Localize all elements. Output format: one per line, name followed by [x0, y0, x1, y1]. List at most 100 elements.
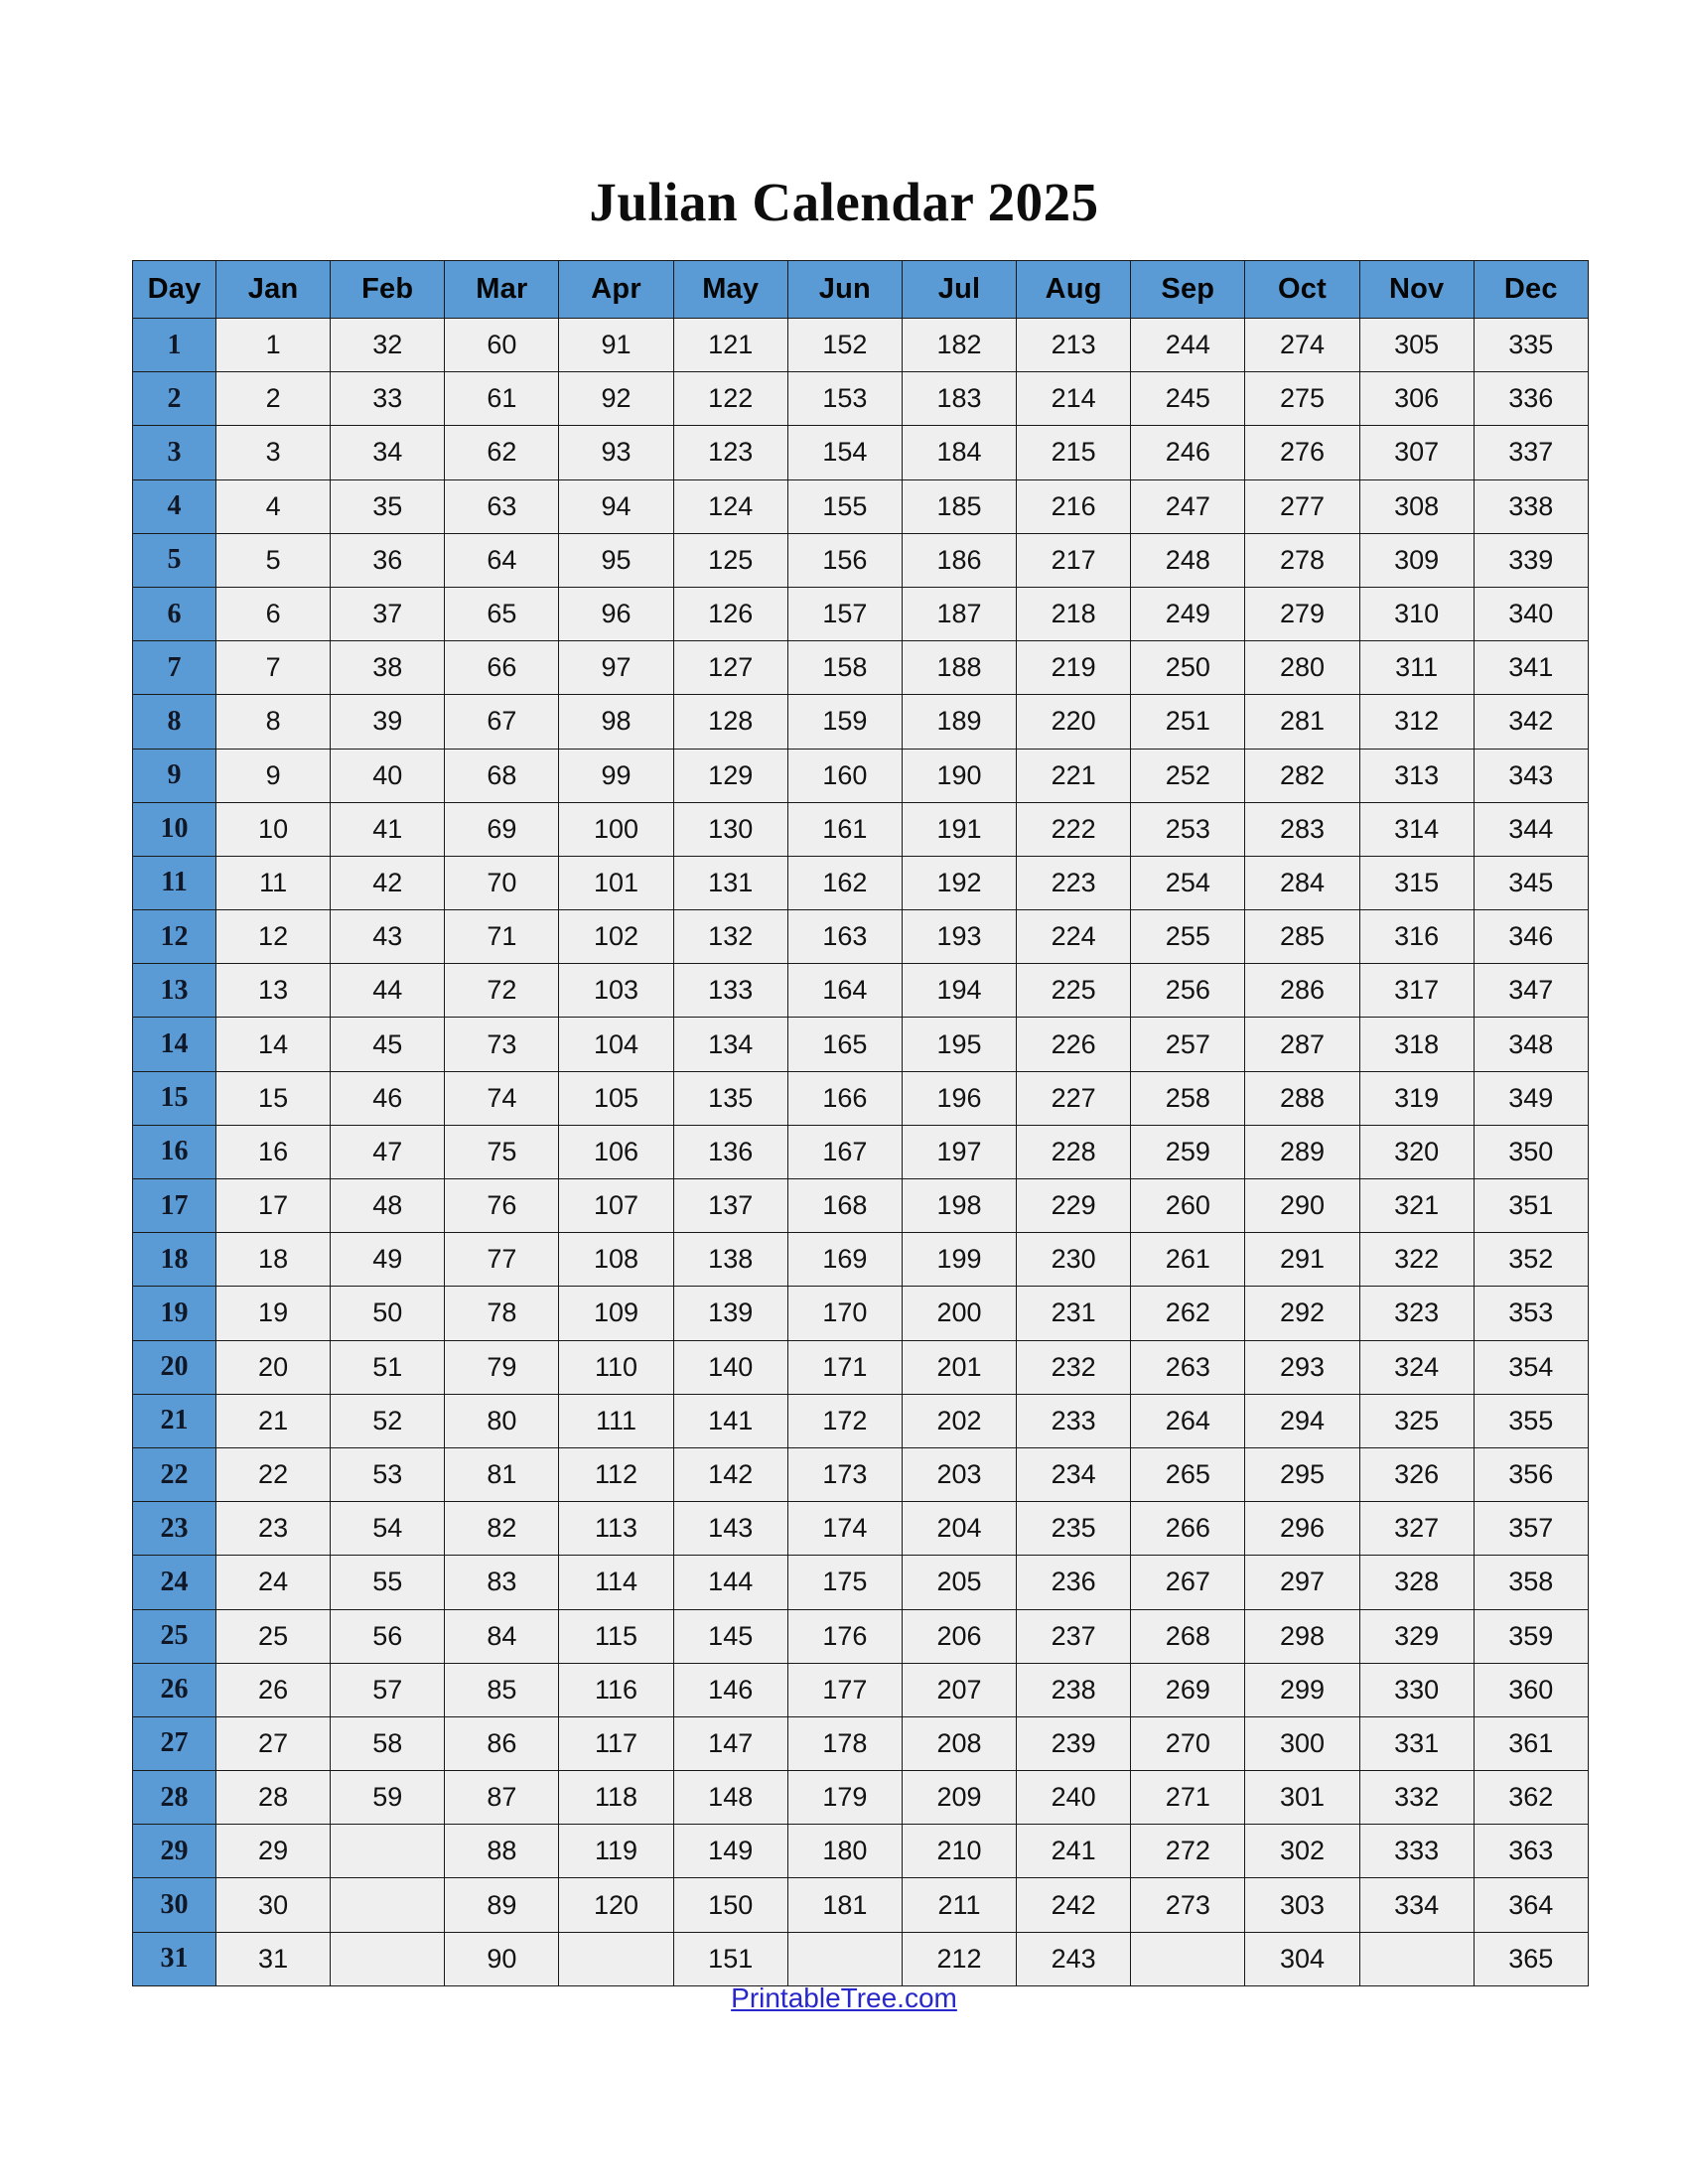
table-row: 4 4 35 63 94 124 155 185 216 247 277 308 338: [132, 478, 1589, 534]
julian-day-cell-jun: 180: [786, 1824, 903, 1879]
julian-day-cell-jun: [786, 1931, 903, 1986]
julian-day-cell-dec: 349: [1473, 1070, 1589, 1126]
table-row: 22 22 53 81 112 142 173 203 234 265 295 326 356: [132, 1446, 1589, 1503]
julian-day-cell-feb: 52: [330, 1393, 446, 1448]
julian-day-cell-oct: 277: [1244, 478, 1360, 534]
julian-day-cell-mar: 80: [444, 1393, 560, 1448]
julian-day-cell-jul: 205: [901, 1555, 1018, 1610]
julian-day-cell-nov: 308: [1358, 478, 1475, 534]
julian-day-cell-jul: 188: [901, 640, 1018, 696]
julian-day-cell-nov: 331: [1358, 1715, 1475, 1772]
julian-day-cell-jun: 165: [786, 1017, 903, 1072]
julian-day-cell-apr: 102: [558, 909, 674, 965]
julian-day-cell-oct: 274: [1244, 317, 1360, 373]
julian-day-cell-feb: 36: [330, 532, 446, 588]
day-number-cell: 15: [132, 1070, 216, 1126]
julian-day-cell-sep: 261: [1130, 1232, 1246, 1288]
table-row: 24 24 55 83 114 144 175 205 236 267 297 328 358: [132, 1555, 1589, 1610]
julian-day-cell-dec: 345: [1473, 855, 1589, 911]
julian-day-cell-dec: 363: [1473, 1824, 1589, 1879]
julian-day-cell-aug: 241: [1016, 1824, 1132, 1879]
julian-day-cell-dec: 362: [1473, 1770, 1589, 1826]
julian-day-cell-jan: 16: [214, 1124, 332, 1180]
julian-day-cell-sep: 265: [1130, 1446, 1246, 1503]
julian-day-cell-apr: 96: [558, 586, 674, 642]
table-row: 18 18 49 77 108 138 169 199 230 261 291 322 352: [132, 1232, 1589, 1288]
julian-day-cell-dec: 343: [1473, 748, 1589, 803]
julian-day-cell-sep: 262: [1130, 1286, 1246, 1341]
footer: PrintableTree.com: [0, 1982, 1688, 2014]
julian-day-cell-mar: 61: [444, 371, 560, 427]
julian-day-cell-may: 139: [672, 1286, 788, 1341]
julian-day-cell-sep: 260: [1130, 1177, 1246, 1234]
julian-day-cell-dec: 347: [1473, 963, 1589, 1019]
julian-day-cell-jun: 173: [786, 1446, 903, 1503]
julian-day-cell-jun: 155: [786, 478, 903, 534]
julian-day-cell-jan: 20: [214, 1339, 332, 1395]
day-number-cell: 27: [132, 1715, 216, 1772]
julian-day-cell-feb: 56: [330, 1608, 446, 1664]
julian-day-cell-mar: 90: [444, 1931, 560, 1986]
julian-day-cell-aug: 232: [1016, 1339, 1132, 1395]
table-row: 30 30 89 120 150 181 211 242 273 303 334 364: [132, 1877, 1589, 1933]
julian-day-cell-apr: 104: [558, 1017, 674, 1072]
julian-day-cell-dec: 350: [1473, 1124, 1589, 1180]
julian-day-cell-aug: 221: [1016, 748, 1132, 803]
julian-day-cell-oct: 280: [1244, 640, 1360, 696]
julian-day-cell-aug: 240: [1016, 1770, 1132, 1826]
julian-day-cell-mar: 85: [444, 1662, 560, 1717]
julian-day-cell-apr: 116: [558, 1662, 674, 1717]
julian-day-cell-oct: 296: [1244, 1501, 1360, 1557]
julian-day-cell-nov: 325: [1358, 1393, 1475, 1448]
julian-day-cell-jun: 161: [786, 801, 903, 857]
julian-day-cell-jan: 19: [214, 1286, 332, 1341]
julian-day-cell-jul: 202: [901, 1393, 1018, 1448]
julian-day-cell-jul: 201: [901, 1339, 1018, 1395]
printabletree-link[interactable]: PrintableTree.com: [731, 1982, 957, 2013]
julian-day-cell-sep: 253: [1130, 801, 1246, 857]
julian-day-cell-may: 124: [672, 478, 788, 534]
julian-day-cell-sep: 256: [1130, 963, 1246, 1019]
julian-day-cell-jun: 157: [786, 586, 903, 642]
julian-day-cell-apr: 91: [558, 317, 674, 373]
julian-day-cell-apr: 115: [558, 1608, 674, 1664]
julian-day-cell-feb: 40: [330, 748, 446, 803]
julian-day-cell-sep: 250: [1130, 640, 1246, 696]
table-row: 1 1 32 60 91 121 152 182 213 244 274 305 335: [132, 317, 1589, 373]
julian-day-cell-may: 149: [672, 1824, 788, 1879]
julian-day-cell-apr: 118: [558, 1770, 674, 1826]
julian-day-cell-nov: 311: [1358, 640, 1475, 696]
julian-day-cell-jan: 6: [214, 586, 332, 642]
julian-day-cell-jan: 24: [214, 1555, 332, 1610]
day-number-cell: 7: [132, 640, 216, 696]
julian-day-cell-apr: 112: [558, 1446, 674, 1503]
julian-day-cell-nov: 318: [1358, 1017, 1475, 1072]
julian-day-cell-aug: 219: [1016, 640, 1132, 696]
julian-day-cell-oct: 285: [1244, 909, 1360, 965]
day-number-cell: 29: [132, 1824, 216, 1879]
table-row: 8 8 39 67 98 128 159 189 220 251 281 312 342: [132, 694, 1589, 750]
julian-day-cell-feb: 35: [330, 478, 446, 534]
julian-day-cell-apr: 111: [558, 1393, 674, 1448]
julian-day-cell-mar: 74: [444, 1070, 560, 1126]
julian-day-cell-jun: 178: [786, 1715, 903, 1772]
julian-day-cell-apr: 103: [558, 963, 674, 1019]
day-number-cell: 8: [132, 694, 216, 750]
julian-day-cell-oct: 288: [1244, 1070, 1360, 1126]
julian-day-cell-jul: 195: [901, 1017, 1018, 1072]
table-row: 25 25 56 84 115 145 176 206 237 268 298 329 359: [132, 1608, 1589, 1664]
day-number-cell: 18: [132, 1232, 216, 1288]
julian-day-cell-jul: 208: [901, 1715, 1018, 1772]
julian-day-cell-feb: 39: [330, 694, 446, 750]
julian-day-cell-aug: 230: [1016, 1232, 1132, 1288]
julian-day-cell-jun: 152: [786, 317, 903, 373]
julian-day-cell-aug: 227: [1016, 1070, 1132, 1126]
julian-day-cell-may: 126: [672, 586, 788, 642]
julian-day-cell-dec: 336: [1473, 371, 1589, 427]
julian-day-cell-may: 147: [672, 1715, 788, 1772]
julian-day-cell-nov: 307: [1358, 425, 1475, 480]
julian-day-cell-aug: 223: [1016, 855, 1132, 911]
column-header-jun: Jun: [786, 260, 903, 319]
julian-day-cell-jul: 182: [901, 317, 1018, 373]
day-number-cell: 16: [132, 1124, 216, 1180]
